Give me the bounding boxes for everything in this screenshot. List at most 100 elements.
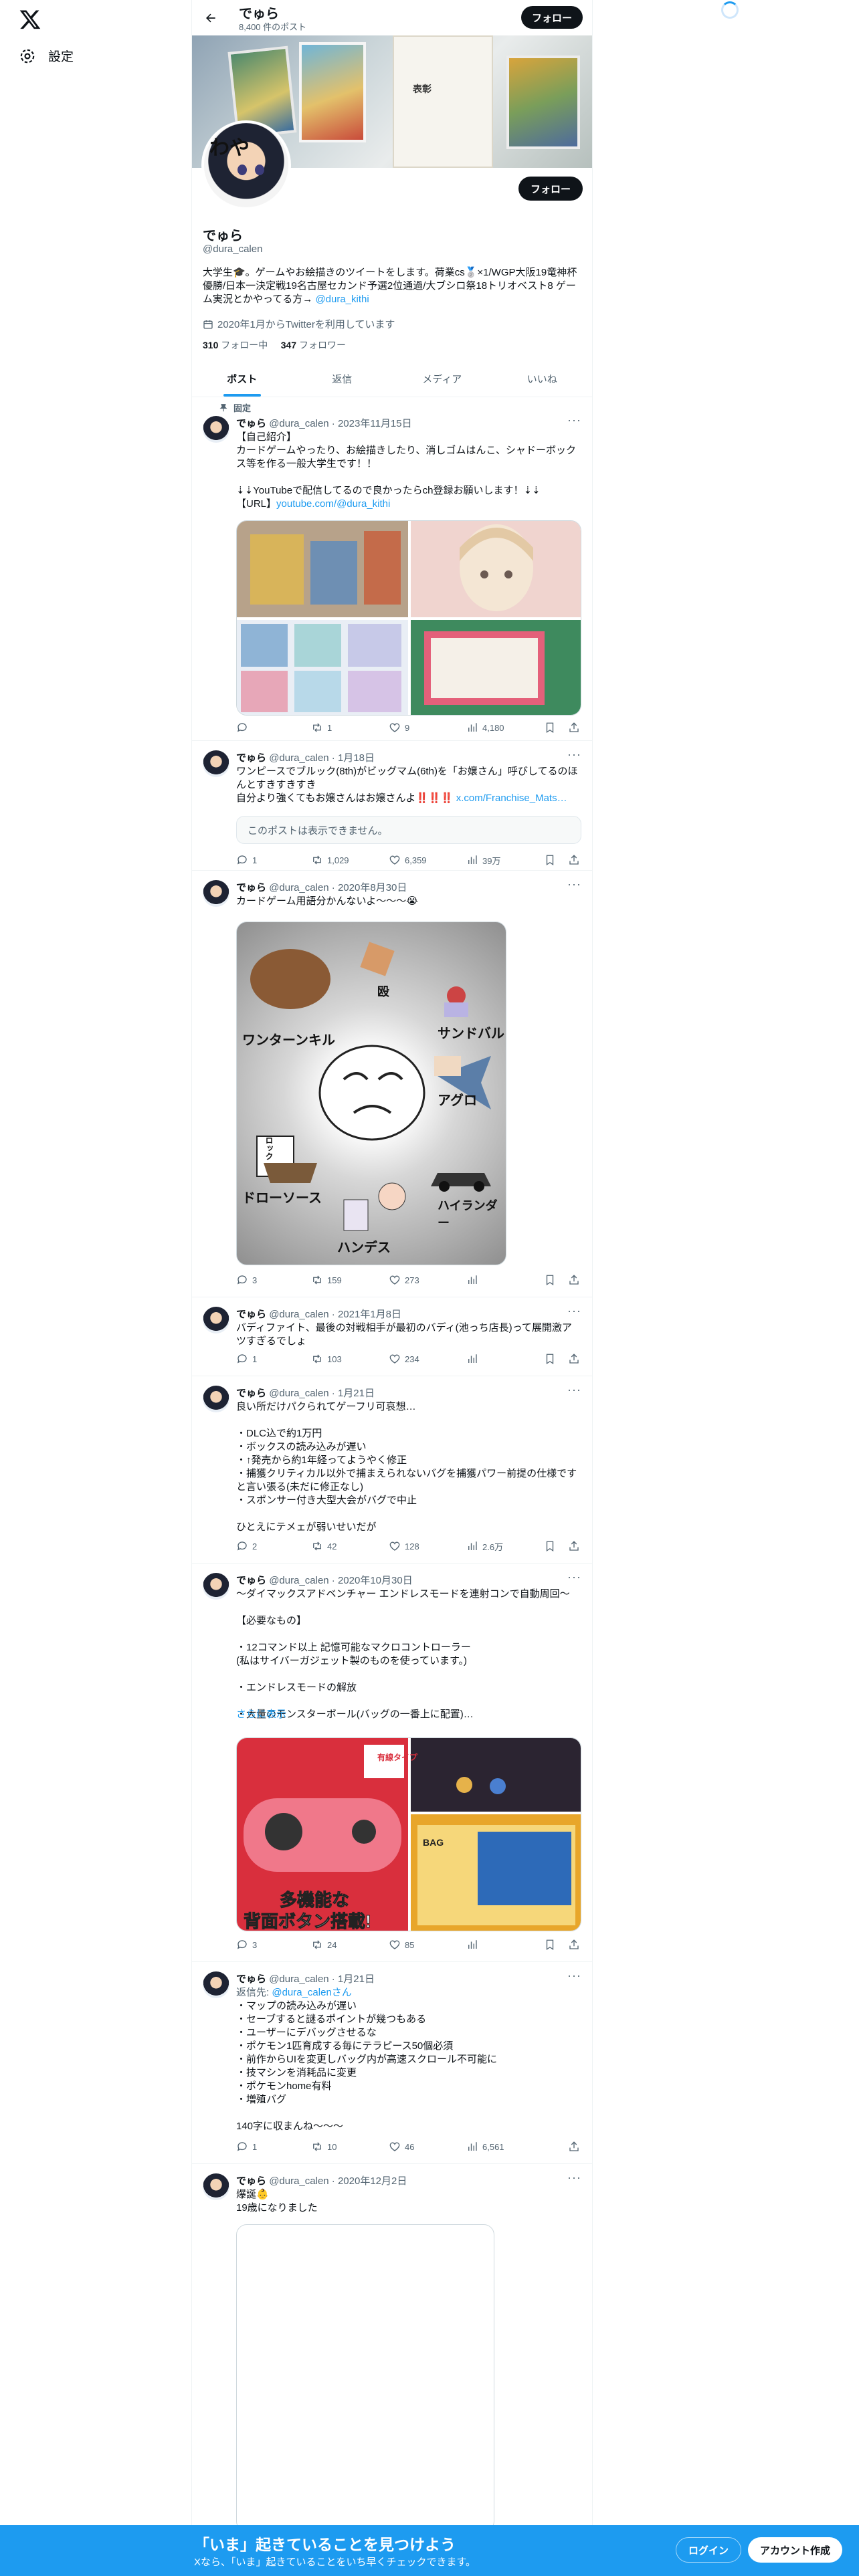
tweet-author[interactable]: でゅら — [236, 1973, 266, 1985]
retweet-button[interactable]: 24 — [311, 1939, 337, 1951]
tweet-header: でゅら @dura_calen · 1月21日 — [236, 1386, 375, 1400]
views-button[interactable]: 6,561 — [466, 2141, 504, 2153]
tweet[interactable]: でゅら @dura_calen · 1月21日 ··· 良い所だけパクられてゲー… — [192, 1376, 592, 1564]
profile-avatar[interactable]: わや — [201, 120, 291, 210]
show-more-link[interactable]: さらに表示 — [236, 1708, 581, 1721]
tweet-author[interactable]: でゅら — [236, 1575, 266, 1586]
tab-posts[interactable]: ポスト — [192, 361, 292, 397]
reply-button[interactable]: 1 — [236, 1353, 257, 1365]
tweet[interactable]: でゅら @dura_calen · 2021年1月8日 ··· バディファイト、… — [192, 1297, 592, 1376]
x-logo-icon[interactable] — [19, 8, 41, 31]
tweet-avatar[interactable] — [203, 1386, 229, 1412]
more-options-icon[interactable]: ··· — [567, 1383, 581, 1397]
tweet-media-placeholder[interactable] — [236, 2224, 494, 2532]
like-button[interactable]: 6,359 — [389, 854, 427, 866]
tweet-link[interactable]: youtube.com/@dura_kithi — [276, 498, 390, 510]
tweet-avatar[interactable] — [203, 750, 229, 777]
more-options-icon[interactable]: ··· — [567, 413, 581, 427]
tweet[interactable]: でゅら @dura_calen · 2020年12月2日 ··· 爆誕👶 19歳… — [192, 2164, 592, 2532]
tweet-link[interactable]: x.com/Franchise_Mats… — [456, 792, 567, 804]
tweet-avatar[interactable] — [203, 1573, 229, 1600]
tweet-avatar[interactable] — [203, 2173, 229, 2200]
views-button[interactable]: 39万 — [466, 854, 500, 867]
retweet-button[interactable]: 159 — [311, 1274, 342, 1286]
views-button[interactable] — [466, 1939, 482, 1951]
share-button[interactable] — [568, 2141, 580, 2153]
retweet-button[interactable]: 1,029 — [311, 854, 349, 866]
like-button[interactable]: 85 — [389, 1939, 414, 1951]
like-button[interactable]: 46 — [389, 2141, 414, 2153]
profile-follow-button[interactable]: フォロー — [518, 177, 583, 201]
share-button[interactable] — [568, 1939, 580, 1951]
tab-media[interactable]: メディア — [392, 361, 492, 397]
tweet[interactable]: でゅら @dura_calen · 1月21日 ··· 返信先: @dura_c… — [192, 1962, 592, 2164]
tweet-media-grid[interactable] — [236, 520, 581, 716]
tweet[interactable]: でゅら @dura_calen · 2020年8月30日 ··· カードゲーム用… — [192, 871, 592, 1297]
share-button[interactable] — [568, 854, 580, 866]
more-options-icon[interactable]: ··· — [567, 2171, 581, 2185]
more-options-icon[interactable]: ··· — [567, 1304, 581, 1318]
tweet-avatar[interactable] — [203, 416, 229, 443]
bookmark-button[interactable] — [544, 1274, 556, 1286]
tweet-avatar[interactable] — [203, 1971, 229, 1998]
retweet-button[interactable]: 1 — [311, 722, 332, 734]
reply-button[interactable]: 1 — [236, 2141, 257, 2153]
tweet-author[interactable]: でゅら — [236, 418, 266, 429]
more-options-icon[interactable]: ··· — [567, 1570, 581, 1584]
tweet-avatar[interactable] — [203, 1307, 229, 1333]
bookmark-button[interactable] — [544, 1540, 556, 1552]
reply-button[interactable] — [236, 722, 252, 734]
tweet-actions: 3 159 273 — [231, 1273, 585, 1287]
retweet-button[interactable]: 10 — [311, 2141, 337, 2153]
profile-bio-link[interactable]: @dura_kithi — [315, 294, 369, 305]
tweet-author[interactable]: でゅら — [236, 1309, 266, 1320]
tweet[interactable]: 固定 でゅら @dura_calen · 2023年11月15日 ··· 【自己… — [192, 397, 592, 741]
header-follow-button[interactable]: フォロー — [520, 6, 583, 29]
reply-button[interactable]: 3 — [236, 1274, 257, 1286]
views-button[interactable] — [466, 1353, 482, 1365]
more-options-icon[interactable]: ··· — [567, 877, 581, 891]
views-button[interactable] — [466, 1274, 482, 1286]
share-button[interactable] — [568, 1274, 580, 1286]
tweet-media-grid[interactable]: 有線タイプ 多機能な 背面ボタン搭載! BAG — [236, 1737, 581, 1931]
reply-button[interactable]: 3 — [236, 1939, 257, 1951]
share-button[interactable] — [568, 1353, 580, 1365]
bookmark-button[interactable] — [544, 722, 556, 734]
tweet-author[interactable]: でゅら — [236, 2175, 266, 2187]
profile-joined-text: 2020年1月からTwitterを利用しています — [217, 319, 395, 330]
following-link[interactable]: 310 フォロー中 — [203, 340, 268, 350]
views-button[interactable]: 4,180 — [466, 722, 504, 734]
signup-button[interactable]: アカウント作成 — [748, 2537, 843, 2563]
tweet-media-illustration[interactable]: ワンターンキル 殴 ロック サンドバル アグロ ドローソース ハンデス ハイラン… — [236, 922, 506, 1265]
tweet[interactable]: でゅら @dura_calen · 1月18日 ··· ワンピースでブルック(8… — [192, 741, 592, 871]
tweet-avatar[interactable] — [203, 880, 229, 907]
more-options-icon[interactable]: ··· — [567, 748, 581, 762]
nav-settings[interactable]: 設定 — [19, 47, 74, 65]
tweet-author[interactable]: でゅら — [236, 1388, 266, 1399]
login-button[interactable]: ログイン — [676, 2537, 742, 2563]
tab-likes[interactable]: いいね — [492, 361, 593, 397]
bookmark-button[interactable] — [544, 854, 556, 866]
tweet-author[interactable]: でゅら — [236, 882, 266, 893]
tweet[interactable]: でゅら @dura_calen · 2020年10月30日 ··· 〜ダイマック… — [192, 1564, 592, 1962]
tweet-author[interactable]: でゅら — [236, 752, 266, 764]
like-button[interactable]: 273 — [389, 1274, 419, 1286]
loading-spinner-icon — [721, 1, 739, 19]
reply-button[interactable]: 2 — [236, 1540, 257, 1552]
like-button[interactable]: 128 — [389, 1540, 419, 1552]
views-button[interactable]: 2.6万 — [466, 1540, 503, 1553]
reply-button[interactable]: 1 — [236, 854, 257, 866]
retweet-button[interactable]: 42 — [311, 1540, 337, 1552]
share-button[interactable] — [568, 1540, 580, 1552]
more-options-icon[interactable]: ··· — [567, 1969, 581, 1983]
tab-replies[interactable]: 返信 — [292, 361, 393, 397]
like-button[interactable]: 9 — [389, 722, 409, 734]
share-button[interactable] — [568, 722, 580, 734]
bookmark-button[interactable] — [544, 1353, 556, 1365]
bookmark-button[interactable] — [544, 1939, 556, 1951]
reply-to-link[interactable]: @dura_calenさん — [272, 1987, 351, 1998]
followers-link[interactable]: 347 フォロワー — [281, 340, 346, 350]
like-button[interactable]: 234 — [389, 1353, 419, 1365]
back-button[interactable] — [201, 9, 220, 27]
retweet-button[interactable]: 103 — [311, 1353, 342, 1365]
